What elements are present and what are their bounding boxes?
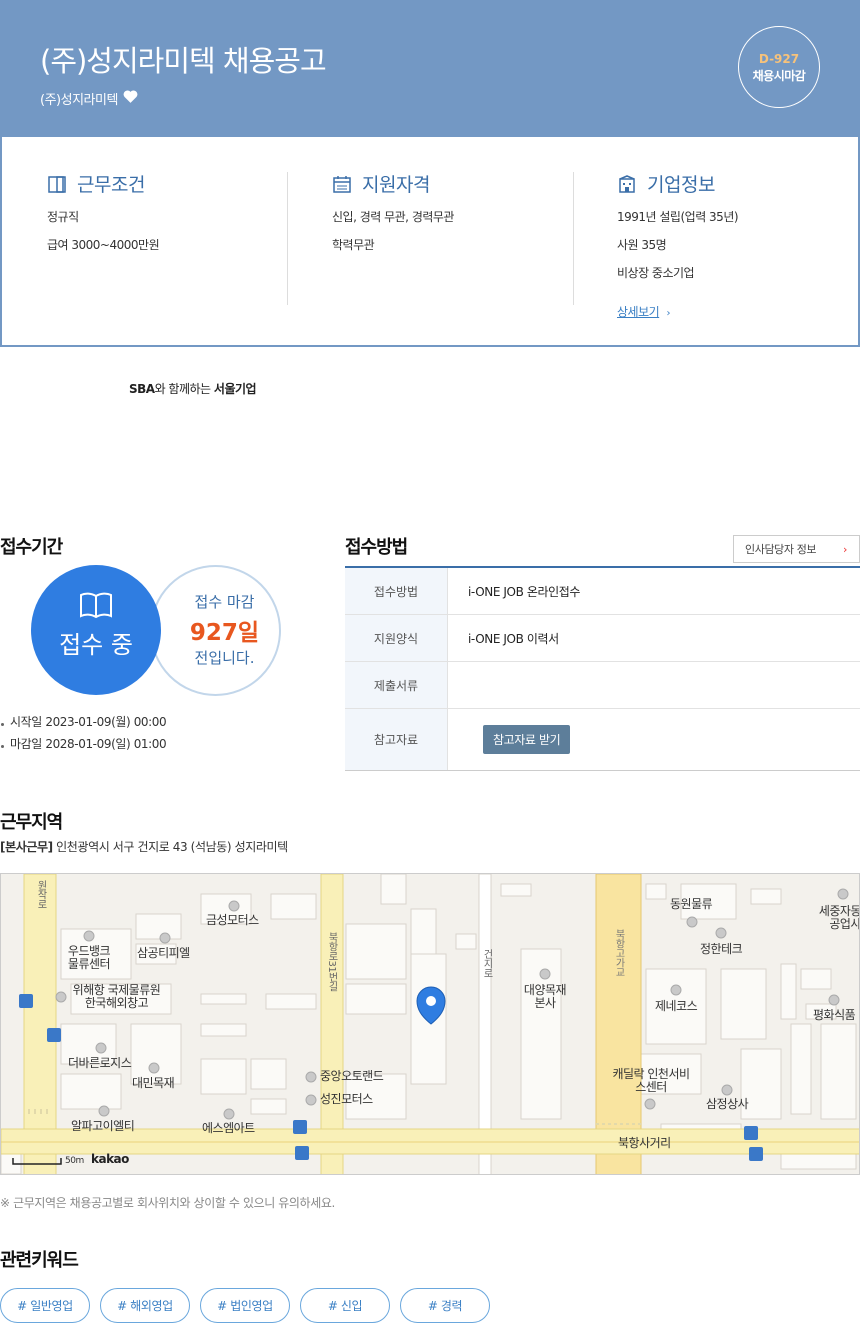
table-cell: 참고자료 받기	[448, 709, 860, 770]
table-cell	[448, 662, 860, 708]
divider	[573, 172, 574, 305]
hr-contact-button[interactable]: 인사담당자 정보 ›	[733, 535, 860, 563]
page-title: (주)성지라미텍 채용공고	[40, 44, 327, 78]
door-icon	[48, 175, 66, 193]
company-info-item: 1991년 설립(업력 35년)	[617, 210, 739, 224]
map-label: 동원물류	[670, 897, 713, 911]
map-label: 캐딜락 인천서비스센터	[612, 1067, 690, 1094]
start-date: 시작일 2023-01-09(월) 00:00	[0, 713, 167, 730]
remain-suffix: 전입니다.	[194, 649, 255, 667]
detail-link[interactable]: 상세보기	[617, 305, 660, 319]
keyword-tag[interactable]: # 해외영업	[100, 1288, 190, 1323]
map-label: 더바른로지스	[68, 1056, 132, 1070]
dday-badge: D-927 채용시마감	[738, 26, 820, 108]
map[interactable]: 금성모터스 우드뱅크 물류센터 삼공티피엘 위해항 국제물류원 한국해외창고 더…	[0, 873, 860, 1175]
company-info-item: 비상장 중소기업	[617, 266, 695, 280]
map-road-label: 원작로	[35, 880, 46, 909]
map-label: 제네코스	[655, 999, 698, 1013]
dday-count: D-927	[758, 52, 800, 66]
deadline-type: 채용시마감	[752, 69, 806, 83]
end-date: 마감일 2028-01-09(일) 01:00	[0, 735, 167, 752]
sba-prefix: SBA	[129, 382, 155, 396]
map-label: 알파고이엘티	[71, 1119, 135, 1133]
building-icon	[619, 174, 635, 193]
keyword-tag[interactable]: # 신입	[300, 1288, 390, 1323]
qualifications-column: 지원자격 신입, 경력 무관, 경력무관 학력무관	[332, 170, 562, 305]
map-label: 우드뱅크 물류센터	[67, 944, 111, 971]
map-label: 대양목재 본사	[523, 983, 567, 1010]
keyword-tag[interactable]: # 법인영업	[200, 1288, 290, 1323]
qualifications-item: 학력무관	[332, 238, 375, 252]
address-tag: [본사근무]	[0, 840, 53, 854]
map-label: 삼공티피엘	[137, 946, 190, 960]
map-label: 성진모터스	[320, 1092, 373, 1106]
table-header-cell: 참고자료	[345, 709, 448, 770]
chevron-right-icon: ›	[666, 308, 671, 319]
map-label: 정한테크	[700, 942, 743, 956]
map-road-label: 북항로31번길	[326, 932, 337, 992]
table-header-cell: 지원양식	[345, 615, 448, 661]
detail-link-row[interactable]: 상세보기 ›	[617, 303, 847, 320]
map-road-label: 건지로	[481, 949, 492, 978]
calendar-icon	[333, 175, 351, 193]
table-cell: i-ONE JOB 이력서	[468, 631, 559, 646]
divider	[287, 172, 288, 305]
remain-days: 927일	[189, 620, 260, 646]
qualifications-title: 지원자격	[362, 174, 430, 196]
keyword-tag[interactable]: # 일반영업	[0, 1288, 90, 1323]
work-area-title: 근무지역	[0, 812, 63, 833]
address-text: 인천광역시 서구 건지로 43 (석남동) 성지라미텍	[52, 840, 288, 854]
table-row: 접수방법 i-ONE JOB 온라인접수	[345, 568, 860, 615]
map-label: 대민목재	[132, 1076, 175, 1090]
company-info-column: 기업정보 1991년 설립(업력 35년) 사원 35명 비상장 중소기업 상세…	[617, 170, 847, 319]
map-notice: ※ 근무지역은 채용공고별로 회사위치와 상이할 수 있으니 유의하세요.	[0, 1196, 335, 1210]
map-road-label: 북항고가교	[613, 929, 624, 977]
sba-banner[interactable]: SBA와 함께하는 서울기업	[129, 380, 257, 397]
table-cell: i-ONE JOB 온라인접수	[468, 584, 581, 599]
period-dates: 시작일 2023-01-09(월) 00:00 마감일 2028-01-09(일…	[0, 713, 167, 757]
company-info-title: 기업정보	[647, 174, 715, 196]
book-icon	[80, 592, 112, 619]
work-address: [본사근무] 인천광역시 서구 건지로 43 (석남동) 성지라미텍	[0, 838, 288, 855]
conditions-item: 정규직	[47, 210, 79, 224]
method-title: 접수방법	[345, 537, 408, 558]
table-row: 참고자료 참고자료 받기	[345, 709, 860, 770]
table-header-cell: 제출서류	[345, 662, 448, 708]
hr-contact-label: 인사담당자 정보	[745, 543, 817, 556]
conditions-item: 급여 3000~4000만원	[47, 238, 160, 252]
table-row: 지원양식 i-ONE JOB 이력서	[345, 615, 860, 662]
map-label: 중앙오토랜드	[320, 1069, 384, 1083]
status-text: 접수 중	[59, 631, 133, 659]
map-scale-label: 50m	[65, 1156, 84, 1166]
heart-icon[interactable]	[122, 88, 139, 105]
keyword-tag[interactable]: # 경력	[400, 1288, 490, 1323]
kakao-logo: kakao	[91, 1152, 129, 1166]
map-label: 금성모터스	[206, 913, 259, 927]
status-circle: 접수 중	[31, 565, 161, 695]
conditions-column: 근무조건 정규직 급여 3000~4000만원	[47, 170, 277, 305]
map-label: 평화식품	[813, 1008, 856, 1022]
map-label: 위해항 국제물류원 한국해외창고	[72, 983, 161, 1010]
method-table: 접수방법 i-ONE JOB 온라인접수 지원양식 i-ONE JOB 이력서 …	[345, 566, 860, 771]
period-title: 접수기간	[0, 537, 63, 558]
keywords-title: 관련키워드	[0, 1250, 79, 1271]
conditions-title: 근무조건	[77, 174, 145, 196]
chevron-right-icon: ›	[843, 542, 847, 556]
table-row: 제출서류	[345, 662, 860, 709]
map-label: 에스엠아트	[202, 1121, 255, 1135]
remain-label: 접수 마감	[194, 593, 255, 611]
map-label: 세중자동 공업사	[818, 904, 860, 931]
qualifications-item: 신입, 경력 무관, 경력무관	[332, 210, 454, 224]
table-header-cell: 접수방법	[345, 568, 448, 614]
company-info-item: 사원 35명	[617, 238, 667, 252]
map-label: 삼정상사	[706, 1097, 749, 1111]
company-name-link[interactable]: (주)성지라미텍	[40, 89, 118, 108]
sba-middle: 와 함께하는	[154, 382, 214, 396]
map-label: 북항사거리	[618, 1136, 671, 1150]
remain-circle: 접수 마감 927일 전입니다.	[150, 565, 281, 696]
download-reference-button[interactable]: 참고자료 받기	[483, 725, 571, 754]
sba-suffix: 서울기업	[213, 382, 257, 396]
